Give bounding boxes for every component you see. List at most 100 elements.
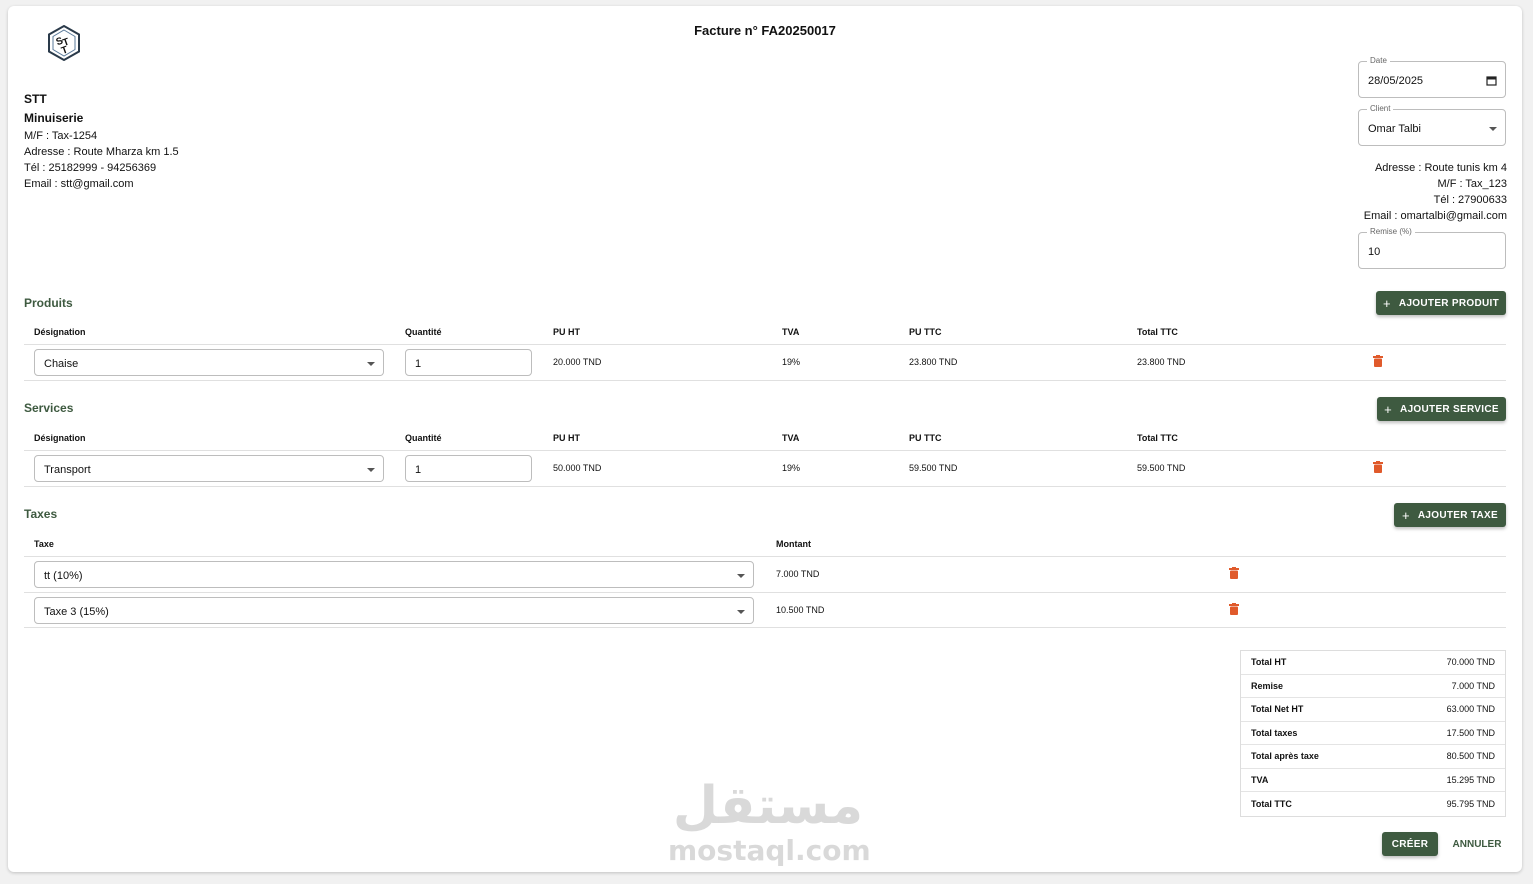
products-col-tva: TVA bbox=[782, 327, 800, 337]
watermark-latin: mostaql.com bbox=[668, 834, 871, 867]
client-select[interactable]: Client Omar Talbi bbox=[1358, 104, 1506, 146]
add-tax-label: AJOUTER TAXE bbox=[1417, 509, 1498, 521]
summary-label: Total Net HT bbox=[1251, 704, 1304, 715]
company-activity: Minuiserie bbox=[24, 111, 84, 125]
summary-value: 70.000 TND bbox=[1446, 657, 1495, 668]
product-quantity-input[interactable]: 1 bbox=[405, 349, 532, 376]
summary-value: 7.000 TND bbox=[1451, 680, 1495, 691]
summary-label: Total HT bbox=[1251, 657, 1287, 668]
remise-field[interactable]: Remise (%) 10 bbox=[1358, 227, 1506, 269]
watermark: مستقل mostaql.com bbox=[668, 776, 871, 867]
tax-value-1: tt (10%) bbox=[44, 570, 83, 582]
services-col-pu-ttc: PU TTC bbox=[909, 433, 942, 443]
products-col-quantity: Quantité bbox=[405, 327, 442, 337]
date-field[interactable]: Date 28/05/2025 bbox=[1358, 56, 1506, 98]
summary-row-total-ttc: Total TTC 95.795 TND bbox=[1241, 792, 1505, 816]
summary-label: Total taxes bbox=[1251, 727, 1298, 738]
tax-amount-1: 7.000 TND bbox=[776, 569, 820, 579]
divider bbox=[24, 556, 1506, 557]
remise-value: 10 bbox=[1368, 246, 1381, 258]
services-title: Services bbox=[24, 401, 74, 415]
summary-row-total-apres-taxe: Total après taxe 80.500 TND bbox=[1241, 745, 1505, 769]
service-quantity-value: 1 bbox=[415, 464, 422, 476]
service-pu-ttc: 59.500 TND bbox=[909, 463, 958, 473]
add-tax-button[interactable]: + AJOUTER TAXE bbox=[1394, 503, 1506, 527]
product-designation-value: Chaise bbox=[44, 358, 79, 370]
service-designation-value: Transport bbox=[44, 464, 91, 476]
company-email: Email : stt@gmail.com bbox=[24, 178, 134, 190]
delete-tax-icon[interactable] bbox=[1229, 567, 1239, 579]
company-address: Adresse : Route Mharza km 1.5 bbox=[24, 146, 179, 158]
client-mf: M/F : Tax_123 bbox=[1437, 178, 1508, 190]
products-col-pu-ht: PU HT bbox=[553, 327, 580, 337]
add-product-label: AJOUTER PRODUIT bbox=[1398, 297, 1499, 309]
service-designation-select[interactable]: Transport bbox=[34, 455, 384, 482]
summary-label: Total après taxe bbox=[1251, 751, 1319, 762]
products-col-total-ttc: Total TTC bbox=[1137, 327, 1178, 337]
remise-label: Remise (%) bbox=[1367, 227, 1415, 236]
company-logo: S T T bbox=[48, 25, 80, 61]
summary-value: 15.295 TND bbox=[1446, 774, 1495, 785]
cancel-button[interactable]: ANNULER bbox=[1444, 832, 1510, 856]
delete-service-icon[interactable] bbox=[1373, 461, 1383, 473]
invoice-card: Facture n° FA20250017 S T T STT Minuiser… bbox=[8, 6, 1522, 872]
delete-product-icon[interactable] bbox=[1373, 355, 1383, 367]
tax-select-2[interactable]: Taxe 3 (15%) bbox=[34, 597, 754, 624]
delete-tax-icon[interactable] bbox=[1229, 603, 1239, 615]
date-label: Date bbox=[1367, 56, 1390, 65]
watermark-arabic: مستقل bbox=[672, 776, 864, 836]
chevron-down-icon bbox=[367, 362, 375, 366]
chevron-down-icon bbox=[367, 468, 375, 472]
client-label: Client bbox=[1367, 104, 1394, 113]
page-title: Facture n° FA20250017 bbox=[694, 23, 836, 38]
company-mf: M/F : Tax-1254 bbox=[24, 130, 98, 142]
add-service-button[interactable]: + AJOUTER SERVICE bbox=[1377, 397, 1506, 421]
plus-icon: + bbox=[1383, 295, 1391, 311]
summary-row-total-net-ht: Total Net HT 63.000 TND bbox=[1241, 698, 1505, 722]
services-col-pu-ht: PU HT bbox=[553, 433, 580, 443]
plus-icon: + bbox=[1384, 401, 1393, 417]
add-product-button[interactable]: + AJOUTER PRODUIT bbox=[1376, 291, 1506, 315]
service-pu-ht: 50.000 TND bbox=[553, 463, 602, 473]
divider bbox=[24, 592, 1506, 593]
products-title: Produits bbox=[24, 296, 73, 310]
chevron-down-icon bbox=[1489, 127, 1497, 131]
products-col-pu-ttc: PU TTC bbox=[909, 327, 942, 337]
product-tva: 19% bbox=[782, 357, 801, 367]
summary-row-total-ht: Total HT 70.000 TND bbox=[1241, 651, 1505, 675]
summary-value: 95.795 TND bbox=[1446, 798, 1495, 809]
summary-row-tva: TVA 15.295 TND bbox=[1241, 769, 1505, 792]
summary-label: Remise bbox=[1251, 680, 1284, 691]
client-tel: Tél : 27900633 bbox=[1433, 194, 1507, 206]
services-col-quantity: Quantité bbox=[405, 433, 442, 443]
client-email: Email : omartalbi@gmail.com bbox=[1363, 210, 1507, 222]
divider bbox=[24, 380, 1506, 381]
summary-label: Total TTC bbox=[1251, 798, 1292, 809]
taxes-col-taxe: Taxe bbox=[34, 539, 54, 549]
calendar-icon[interactable] bbox=[1486, 75, 1497, 86]
service-tva: 19% bbox=[782, 463, 801, 473]
product-total-ttc: 23.800 TND bbox=[1137, 357, 1186, 367]
summary-row-total-taxes: Total taxes 17.500 TND bbox=[1241, 722, 1505, 745]
products-col-designation: Désignation bbox=[34, 327, 86, 337]
chevron-down-icon bbox=[737, 574, 745, 578]
tax-value-2: Taxe 3 (15%) bbox=[44, 606, 109, 618]
services-col-total-ttc: Total TTC bbox=[1137, 433, 1178, 443]
product-pu-ht: 20.000 TND bbox=[553, 357, 602, 367]
plus-icon: + bbox=[1402, 507, 1410, 523]
client-info: Adresse : Route tunis km 4 M/F : Tax_123… bbox=[1364, 160, 1507, 224]
add-service-label: AJOUTER SERVICE bbox=[1400, 403, 1499, 415]
divider bbox=[24, 450, 1506, 451]
services-col-tva: TVA bbox=[782, 433, 800, 443]
tax-select-1[interactable]: tt (10%) bbox=[34, 561, 754, 588]
chevron-down-icon bbox=[737, 610, 745, 614]
tax-amount-2: 10.500 TND bbox=[776, 605, 825, 615]
client-value: Omar Talbi bbox=[1368, 123, 1421, 135]
summary-value: 63.000 TND bbox=[1446, 704, 1495, 715]
divider bbox=[24, 627, 1506, 628]
product-designation-select[interactable]: Chaise bbox=[34, 349, 384, 376]
taxes-col-montant: Montant bbox=[776, 539, 811, 549]
divider bbox=[24, 486, 1506, 487]
create-button[interactable]: CRÉER bbox=[1382, 832, 1438, 856]
service-quantity-input[interactable]: 1 bbox=[405, 455, 532, 482]
